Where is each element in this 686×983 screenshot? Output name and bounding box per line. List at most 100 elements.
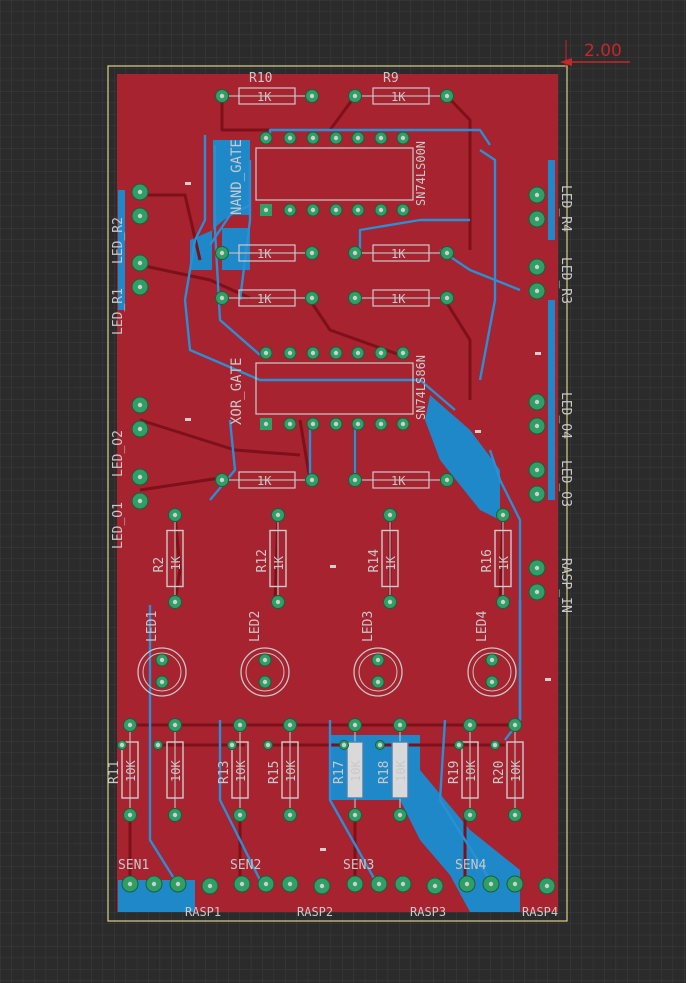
ic-name: NAND_GATE bbox=[229, 139, 245, 215]
drill-hole bbox=[444, 250, 450, 256]
drill-hole bbox=[467, 812, 473, 818]
drill-hole bbox=[155, 742, 161, 748]
silk-mark bbox=[320, 848, 326, 851]
rasp-label: RASP4 bbox=[522, 905, 558, 919]
drill-hole bbox=[287, 812, 293, 818]
pcb-editor-canvas[interactable]: 2.00 1K R10 1K R9 1K 1K 1K 1K 1K 1K NAND_GATE SN74L… bbox=[0, 0, 686, 983]
drill-hole bbox=[127, 812, 133, 818]
resistor-value: 1K bbox=[169, 555, 183, 570]
drill-hole bbox=[262, 657, 268, 663]
drill-hole bbox=[378, 350, 384, 356]
resistor-ref: R14 bbox=[367, 549, 382, 573]
drill-hole bbox=[397, 812, 403, 818]
drill-hole bbox=[355, 135, 361, 141]
connector-label: LED_O4 bbox=[558, 392, 573, 439]
resistor-ref: R19 bbox=[447, 761, 462, 784]
drill-hole bbox=[263, 421, 269, 427]
silk-mark bbox=[475, 430, 481, 433]
drill-hole bbox=[500, 599, 506, 605]
resistor-ref: R17 bbox=[332, 761, 347, 784]
drill-hole bbox=[400, 350, 406, 356]
dimension-value: 2.00 bbox=[584, 41, 622, 61]
resistor-value: 1K bbox=[497, 555, 511, 570]
connector-label: LED_O3 bbox=[558, 460, 573, 507]
drill-hole bbox=[352, 250, 358, 256]
rasp-label: RASP2 bbox=[297, 905, 333, 919]
resistor-value: 1K bbox=[257, 90, 272, 104]
drill-hole bbox=[333, 135, 339, 141]
drill-hole bbox=[287, 881, 293, 887]
connector-label: LED_O1 bbox=[111, 502, 126, 549]
drill-hole bbox=[137, 474, 143, 480]
drill-hole bbox=[355, 421, 361, 427]
silk-mark bbox=[185, 182, 191, 185]
drill-hole bbox=[352, 295, 358, 301]
resistor-value: 1K bbox=[257, 474, 272, 488]
sensor-label: SEN1 bbox=[118, 858, 149, 873]
led-label: LED3 bbox=[361, 611, 376, 642]
drill-hole bbox=[378, 207, 384, 213]
drill-hole bbox=[159, 679, 165, 685]
drill-hole bbox=[444, 477, 450, 483]
drill-hole bbox=[534, 264, 540, 270]
connector-label: LED_R4 bbox=[558, 185, 573, 232]
drill-hole bbox=[352, 812, 358, 818]
resistor-value: 1K bbox=[391, 292, 406, 306]
drill-hole bbox=[500, 512, 506, 518]
drill-hole bbox=[352, 477, 358, 483]
drill-hole bbox=[275, 599, 281, 605]
resistor-value: 10K bbox=[394, 760, 408, 782]
drill-hole bbox=[456, 742, 462, 748]
drill-hole bbox=[127, 722, 133, 728]
drill-hole bbox=[287, 722, 293, 728]
drill-hole bbox=[341, 742, 347, 748]
resistor-value: 10K bbox=[464, 760, 478, 782]
drill-hole bbox=[489, 679, 495, 685]
drill-hole bbox=[375, 679, 381, 685]
drill-hole bbox=[319, 883, 325, 889]
connector-label: LED_R2 bbox=[111, 217, 126, 264]
drill-hole bbox=[309, 477, 315, 483]
drill-hole bbox=[534, 467, 540, 473]
drill-hole bbox=[355, 350, 361, 356]
drill-hole bbox=[534, 399, 540, 405]
drill-hole bbox=[119, 742, 125, 748]
drill-hole bbox=[400, 881, 406, 887]
drill-hole bbox=[263, 350, 269, 356]
resistor-ref: R10 bbox=[249, 71, 272, 86]
drill-hole bbox=[137, 260, 143, 266]
drill-hole bbox=[544, 883, 550, 889]
drill-hole bbox=[333, 421, 339, 427]
resistor-value: 1K bbox=[391, 474, 406, 488]
resistor-value: 1K bbox=[384, 555, 398, 570]
drill-hole bbox=[534, 192, 540, 198]
connector-label: RASP_IN bbox=[558, 558, 573, 613]
drill-hole bbox=[309, 93, 315, 99]
drill-hole bbox=[534, 423, 540, 429]
drill-hole bbox=[237, 722, 243, 728]
drill-hole bbox=[534, 589, 540, 595]
resistor-ref: R12 bbox=[255, 549, 270, 572]
silk-mark bbox=[545, 678, 551, 681]
pcb-layout-view[interactable]: 2.00 1K R10 1K R9 1K 1K 1K 1K 1K 1K NAND_GATE SN74L… bbox=[0, 0, 686, 983]
drill-hole bbox=[137, 426, 143, 432]
drill-hole bbox=[172, 812, 178, 818]
led-label: LED2 bbox=[248, 611, 263, 642]
drill-hole bbox=[263, 881, 269, 887]
drill-hole bbox=[137, 189, 143, 195]
drill-hole bbox=[534, 491, 540, 497]
drill-hole bbox=[287, 350, 293, 356]
silk-mark bbox=[330, 565, 336, 568]
silk-mark bbox=[535, 352, 541, 355]
drill-hole bbox=[378, 421, 384, 427]
drill-hole bbox=[352, 722, 358, 728]
drill-hole bbox=[333, 350, 339, 356]
resistor-ref: R13 bbox=[217, 761, 232, 784]
rasp-label: RASP1 bbox=[185, 905, 221, 919]
resistor-ref: R18 bbox=[377, 761, 392, 784]
resistor-value: 10K bbox=[169, 760, 183, 782]
drill-hole bbox=[534, 565, 540, 571]
drill-hole bbox=[387, 512, 393, 518]
drill-hole bbox=[310, 421, 316, 427]
drill-hole bbox=[239, 881, 245, 887]
